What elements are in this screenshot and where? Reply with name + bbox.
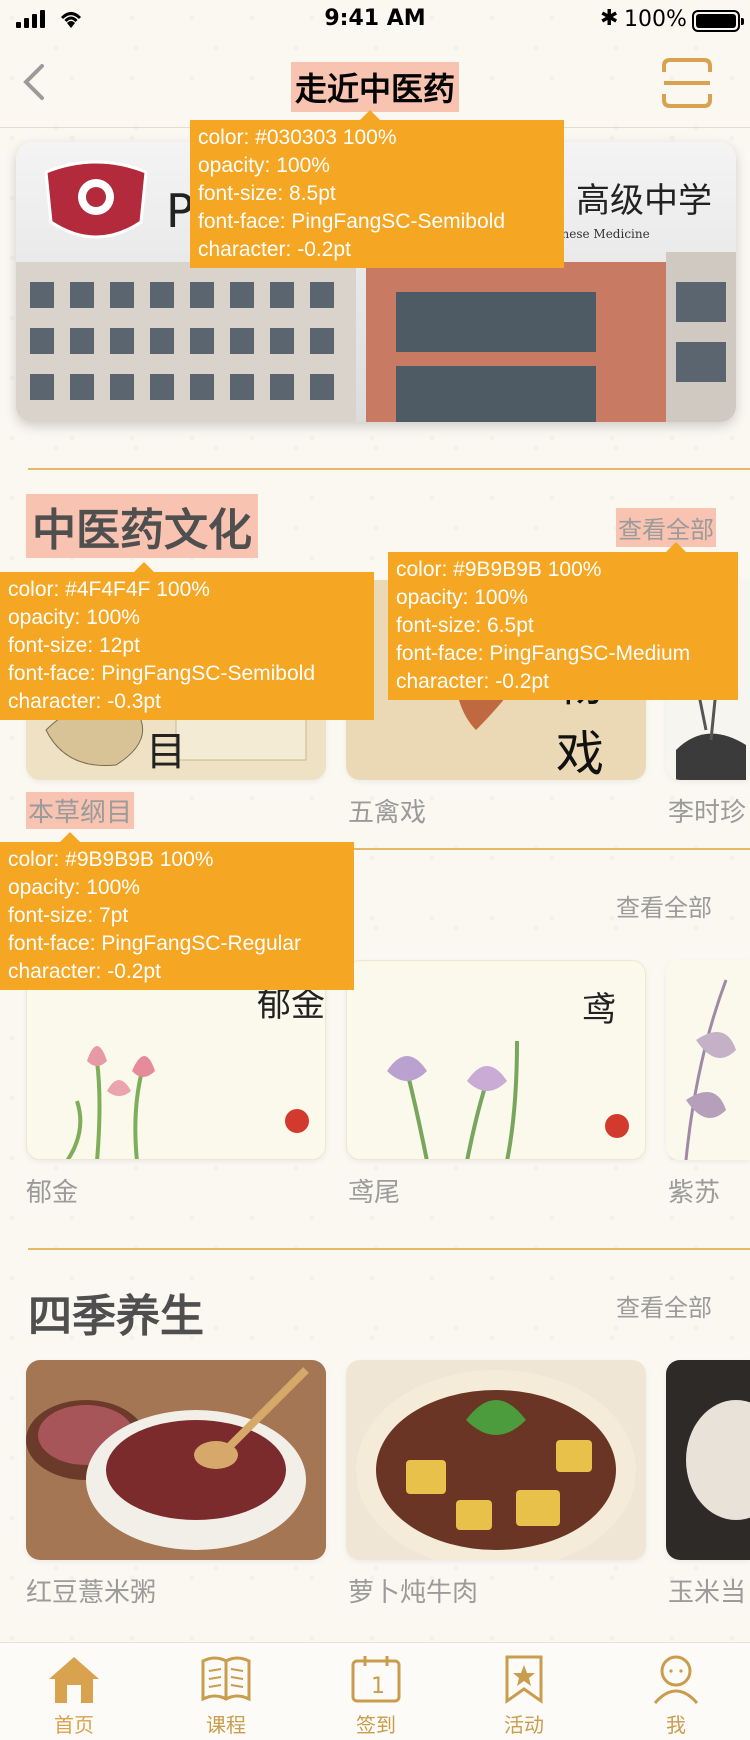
- annotation-line: font-face: PingFangSC-Semibold: [198, 210, 505, 233]
- annotation-line: character: -0.2pt: [8, 960, 161, 983]
- calendar-day-text: 1: [371, 1674, 385, 1699]
- yumi-soup-photo: [666, 1360, 750, 1560]
- tab-label: 活动: [504, 1713, 544, 1737]
- svg-text:郁金: 郁金: [257, 985, 325, 1025]
- annotation-line: font-face: PingFangSC-Regular: [8, 932, 301, 955]
- section-divider: [28, 468, 750, 470]
- book-icon: [201, 1656, 251, 1702]
- card-label: 玉米当: [668, 1578, 747, 1608]
- annotation-nav-title: color: #030303 100% opacity: 100% font-s…: [190, 110, 564, 268]
- annotation-line: font-size: 7pt: [8, 904, 129, 927]
- annotation-line: character: -0.3pt: [8, 690, 161, 713]
- annotation-line: font-face: PingFangSC-Medium: [396, 642, 691, 665]
- battery-percent: 100%: [624, 7, 687, 32]
- calendar-icon: 1: [351, 1656, 401, 1703]
- section-title: 四季养生: [28, 1291, 204, 1342]
- banner-school-name-text: 高级中学: [576, 181, 712, 221]
- card-image-yuanwei[interactable]: 鸢: [346, 960, 646, 1160]
- tab-course[interactable]: 课程: [176, 1653, 276, 1738]
- annotation-line: character: -0.2pt: [396, 670, 549, 693]
- scan-icon[interactable]: [660, 56, 714, 110]
- yujin-flower-illustration: 郁金: [27, 961, 325, 1159]
- page: 9:41 AM ✱ 100% 走近中医药 高级中学 onal Chinese M…: [0, 0, 750, 1740]
- card-image-zisu[interactable]: [666, 960, 750, 1160]
- card-label: 本草纲目: [26, 792, 135, 829]
- annotation-view-all: color: #9B9B9B 100% opacity: 100% font-s…: [388, 542, 738, 700]
- tab-label: 首页: [54, 1713, 94, 1737]
- view-all-link[interactable]: 查看全部: [616, 1288, 712, 1323]
- yuanwei-iris-illustration: 鸢: [347, 961, 645, 1159]
- card-label: 萝卜炖牛肉: [348, 1578, 479, 1608]
- tab-label: 签到: [356, 1713, 396, 1737]
- tab-me[interactable]: 我: [626, 1653, 726, 1738]
- card-label: 鸢尾: [348, 1178, 401, 1208]
- annotation-line: opacity: 100%: [8, 876, 140, 899]
- annotation-line: character: -0.2pt: [198, 238, 351, 261]
- bookmark-star-icon: [505, 1655, 543, 1704]
- tab-activity[interactable]: 活动: [474, 1653, 574, 1738]
- annotation-line: color: #4F4F4F 100%: [8, 578, 210, 601]
- card-label: 李时珍: [668, 798, 747, 828]
- svg-text:戏: 戏: [556, 726, 604, 780]
- view-all-link[interactable]: 查看全部: [616, 888, 712, 923]
- svg-text:目: 目: [146, 729, 186, 775]
- luobo-beef-photo: [346, 1360, 646, 1560]
- annotation-card-label: color: #9B9B9B 100% opacity: 100% font-s…: [0, 832, 354, 990]
- home-icon: [49, 1657, 99, 1703]
- annotation-line: font-size: 8.5pt: [198, 182, 336, 205]
- section-divider: [28, 1248, 750, 1250]
- tab-label: 课程: [206, 1713, 246, 1737]
- annotation-line: font-face: PingFangSC-Semibold: [8, 662, 315, 685]
- card-label: 郁金: [26, 1178, 79, 1208]
- person-icon: [653, 1655, 699, 1705]
- card-image-yumi[interactable]: [666, 1360, 750, 1560]
- section-title: 中医药文化: [26, 494, 258, 558]
- hongdou-porridge-photo: [26, 1360, 326, 1560]
- tab-label: 我: [666, 1713, 686, 1737]
- card-image-yujin[interactable]: 郁金: [26, 960, 326, 1160]
- battery-icon: [692, 10, 744, 32]
- card-label: 紫苏: [668, 1178, 721, 1208]
- bluetooth-icon: ✱: [600, 6, 619, 31]
- tab-bar: 首页 课程 1 签到 活动 我: [0, 1642, 750, 1740]
- tab-checkin[interactable]: 1 签到: [326, 1653, 426, 1738]
- annotation-line: opacity: 100%: [8, 606, 140, 629]
- card-image-luobo[interactable]: [346, 1360, 646, 1560]
- annotation-line: color: #030303 100%: [198, 126, 397, 149]
- annotation-section-title: color: #4F4F4F 100% opacity: 100% font-s…: [0, 562, 374, 720]
- annotation-line: font-size: 6.5pt: [396, 614, 534, 637]
- svg-text:鸢: 鸢: [582, 990, 616, 1030]
- annotation-line: opacity: 100%: [198, 154, 330, 177]
- annotation-line: color: #9B9B9B 100%: [8, 848, 214, 871]
- page-title-text: 走近中医药: [290, 62, 459, 112]
- annotation-line: font-size: 12pt: [8, 634, 140, 657]
- page-title: 走近中医药: [0, 62, 750, 112]
- zisu-leaf-illustration: [666, 960, 750, 1160]
- card-image-hongdou[interactable]: [26, 1360, 326, 1560]
- tab-home[interactable]: 首页: [24, 1653, 124, 1738]
- card-label: 五禽戏: [348, 798, 427, 828]
- status-bar: 9:41 AM ✱ 100%: [0, 0, 750, 40]
- annotation-line: opacity: 100%: [396, 586, 528, 609]
- card-label: 红豆薏米粥: [26, 1578, 157, 1608]
- annotation-line: color: #9B9B9B 100%: [396, 558, 602, 581]
